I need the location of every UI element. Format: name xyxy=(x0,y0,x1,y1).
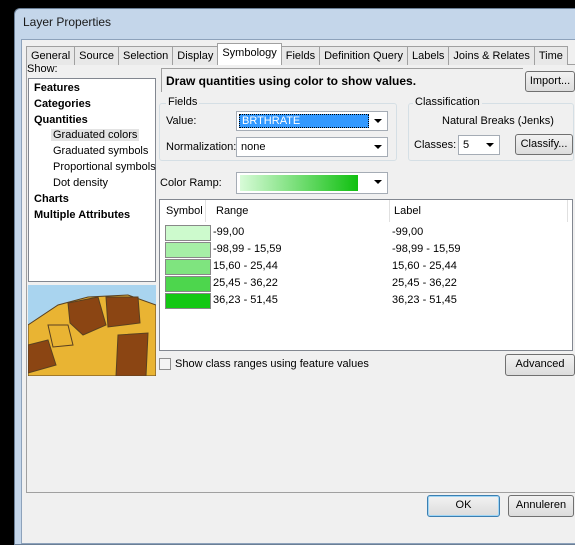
advanced-button[interactable]: Advanced xyxy=(505,354,575,376)
cancel-button[interactable]: Annuleren xyxy=(508,495,574,517)
range-cell[interactable]: -99,00 xyxy=(213,226,244,238)
tab-symbology[interactable]: Symbology xyxy=(217,43,282,65)
header-symbol[interactable]: Symbol xyxy=(160,200,206,222)
show-ranges-label: Show class ranges using feature values xyxy=(175,358,369,370)
import-button[interactable]: Import... xyxy=(525,71,575,92)
table-row[interactable]: -98,99 - 15,59 -98,99 - 15,59 xyxy=(160,241,572,258)
range-cell[interactable]: 36,23 - 51,45 xyxy=(213,294,278,306)
tab-time[interactable]: Time xyxy=(533,46,568,65)
chevron-down-icon xyxy=(374,145,382,149)
symbol-swatch[interactable] xyxy=(165,293,211,309)
table-row[interactable]: 36,23 - 51,45 36,23 - 51,45 xyxy=(160,292,572,309)
value-label: Value: xyxy=(166,115,197,127)
chevron-down-icon xyxy=(374,119,382,123)
map-preview xyxy=(28,285,156,376)
normalization-value: none xyxy=(241,141,266,153)
symbol-swatch[interactable] xyxy=(165,225,211,241)
tree-graduated-colors[interactable]: Graduated colors xyxy=(51,129,140,141)
tab-selection[interactable]: Selection xyxy=(118,46,174,65)
symbol-swatch[interactable] xyxy=(165,242,211,258)
label-cell[interactable]: -98,99 - 15,59 xyxy=(392,243,461,255)
tree-multiple-attributes[interactable]: Multiple Attributes xyxy=(34,209,130,221)
classification-method: Natural Breaks (Jenks) xyxy=(442,115,554,127)
value-combo[interactable]: BRTHRATE xyxy=(236,111,388,131)
label-cell[interactable]: -99,00 xyxy=(392,226,423,238)
header-label[interactable]: Label xyxy=(388,200,568,222)
window-title: Layer Properties xyxy=(23,15,112,29)
show-ranges-checkbox[interactable] xyxy=(159,358,171,370)
classes-combo[interactable]: 5 xyxy=(458,135,500,155)
classification-title: Classification xyxy=(413,96,482,108)
show-tree[interactable]: Features Categories Quantities Graduated… xyxy=(28,78,156,282)
show-label: Show: xyxy=(27,63,58,75)
tree-proportional-symbols[interactable]: Proportional symbols xyxy=(53,161,156,173)
color-ramp-combo[interactable] xyxy=(236,172,388,194)
normalization-label: Normalization: xyxy=(166,141,237,153)
range-cell[interactable]: 15,60 - 25,44 xyxy=(213,260,278,272)
label-cell[interactable]: 25,45 - 36,22 xyxy=(392,277,457,289)
symbol-class-table[interactable]: Symbol Range Label -99,00 -99,00 -98,99 - … xyxy=(159,199,573,351)
tab-display[interactable]: Display xyxy=(172,46,219,65)
tab-fields[interactable]: Fields xyxy=(280,46,321,65)
tree-graduated-symbols[interactable]: Graduated symbols xyxy=(53,145,148,157)
tab-definition-query[interactable]: Definition Query xyxy=(319,46,408,65)
value-selected: BRTHRATE xyxy=(239,114,369,128)
table-row[interactable]: 25,45 - 36,22 25,45 - 36,22 xyxy=(160,275,572,292)
symbol-swatch[interactable] xyxy=(165,259,211,275)
table-row[interactable]: 15,60 - 25,44 15,60 - 25,44 xyxy=(160,258,572,275)
tab-labels[interactable]: Labels xyxy=(406,46,450,65)
classes-value: 5 xyxy=(463,139,470,151)
description-text: Draw quantities using color to show valu… xyxy=(166,74,417,88)
range-cell[interactable]: 25,45 - 36,22 xyxy=(213,277,278,289)
tree-dot-density[interactable]: Dot density xyxy=(53,177,108,189)
fields-title: Fields xyxy=(166,96,200,108)
tree-categories[interactable]: Categories xyxy=(34,98,91,110)
tab-joins-relates[interactable]: Joins & Relates xyxy=(448,46,535,65)
ok-button[interactable]: OK xyxy=(427,495,500,517)
range-cell[interactable]: -98,99 - 15,59 xyxy=(213,243,282,255)
tree-features[interactable]: Features xyxy=(34,82,80,94)
color-ramp-label: Color Ramp: xyxy=(160,177,222,189)
tab-source[interactable]: Source xyxy=(74,46,119,65)
symbol-swatch[interactable] xyxy=(165,276,211,292)
tree-charts[interactable]: Charts xyxy=(34,193,69,205)
normalization-combo[interactable]: none xyxy=(236,137,388,157)
label-cell[interactable]: 15,60 - 25,44 xyxy=(392,260,457,272)
chevron-down-icon xyxy=(374,180,382,184)
classes-label: Classes: xyxy=(414,139,457,151)
chevron-down-icon xyxy=(486,143,494,147)
label-cell[interactable]: 36,23 - 51,45 xyxy=(392,294,457,306)
classify-button[interactable]: Classify... xyxy=(515,134,573,155)
header-range[interactable]: Range xyxy=(210,200,390,222)
tree-quantities[interactable]: Quantities xyxy=(34,114,88,126)
color-ramp-swatch xyxy=(240,175,358,191)
table-row[interactable]: -99,00 -99,00 xyxy=(160,224,572,241)
tab-bar: General Source Selection Display Symbolo… xyxy=(26,43,568,65)
